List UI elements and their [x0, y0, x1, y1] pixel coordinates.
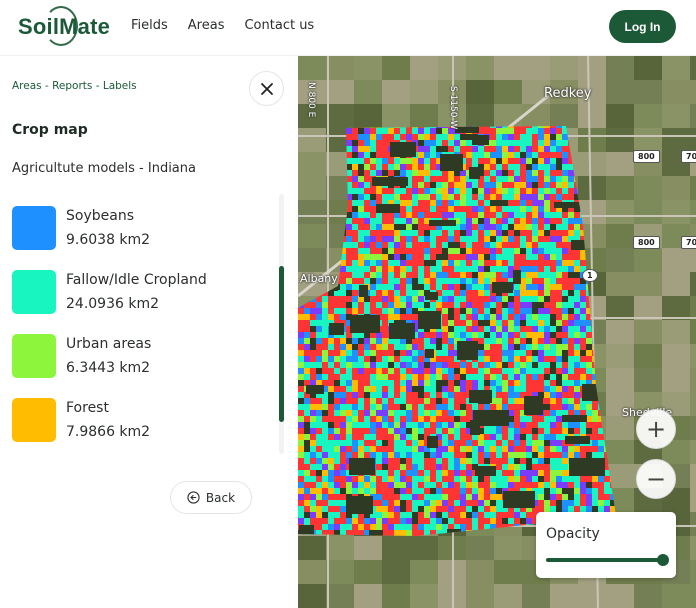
legend-item-fallow: Fallow/Idle Cropland 24.0936 km2: [12, 270, 272, 334]
road-shield: 800: [633, 236, 660, 249]
road-shield: 70: [681, 150, 696, 163]
opacity-panel: Opacity: [536, 512, 676, 578]
legend-item-area: 24.0936 km2: [66, 296, 159, 312]
top-header: SoilMate Fields Areas Contact us Log In: [0, 0, 696, 56]
legend-item-soybeans: Soybeans 9.6038 km2: [12, 206, 272, 270]
nav-fields[interactable]: Fields: [131, 18, 168, 33]
zoom-in-button[interactable]: +: [636, 409, 676, 449]
legend-item-forest: Forest 7.9866 km2: [12, 398, 272, 462]
legend-item-urban: Urban areas 6.3443 km2: [12, 334, 272, 398]
zoom-out-button[interactable]: −: [636, 459, 676, 499]
map-label-road-s1150w: S 1150 W: [448, 86, 458, 130]
logo[interactable]: SoilMate: [18, 14, 110, 40]
sidebar-panel: Areas - Reports - Labels Crop map Agricu…: [0, 56, 298, 608]
legend-scrollbar[interactable]: [279, 194, 284, 454]
opacity-slider[interactable]: [546, 554, 669, 566]
opacity-label: Opacity: [546, 526, 600, 542]
login-button[interactable]: Log In: [609, 10, 676, 43]
model-subtitle: Agricultute models - Indiana: [12, 161, 196, 176]
map-label-redkey: Redkey: [544, 86, 592, 101]
scrollbar-thumb[interactable]: [279, 266, 284, 422]
legend-item-name: Urban areas: [66, 336, 152, 352]
opacity-slider-handle[interactable]: [657, 554, 669, 566]
back-button[interactable]: Back: [170, 481, 252, 514]
swatch-soybeans: [12, 206, 56, 250]
breadcrumb[interactable]: Areas - Reports - Labels: [12, 80, 137, 92]
legend-item-name: Soybeans: [66, 208, 134, 224]
crop-legend: Soybeans 9.6038 km2 Fallow/Idle Cropland…: [12, 206, 272, 462]
road-shield: 1: [582, 269, 598, 282]
map-label-road-n800e: N 800 E: [306, 82, 316, 118]
page-title: Crop map: [12, 122, 88, 138]
swatch-urban: [12, 334, 56, 378]
back-arrow-icon: [187, 491, 200, 504]
legend-item-name: Forest: [66, 400, 109, 416]
legend-item-area: 9.6038 km2: [66, 232, 151, 248]
swatch-forest: [12, 398, 56, 442]
swatch-fallow: [12, 270, 56, 314]
close-icon: [260, 82, 273, 95]
legend-item-area: 6.3443 km2: [66, 360, 151, 376]
nav-contact-us[interactable]: Contact us: [244, 18, 314, 33]
nav-areas[interactable]: Areas: [188, 18, 225, 33]
legend-item-area: 7.9866 km2: [66, 424, 151, 440]
close-button[interactable]: [249, 71, 284, 106]
crop-map[interactable]: Redkey Albany Shedville N 800 E S 1150 W…: [298, 56, 696, 608]
legend-item-name: Fallow/Idle Cropland: [66, 272, 207, 288]
map-label-albany: Albany: [300, 272, 338, 285]
road-shield: 800: [633, 150, 660, 163]
road-shield: 70: [681, 236, 696, 249]
main-nav: Fields Areas Contact us: [131, 18, 314, 33]
back-label: Back: [205, 490, 236, 505]
